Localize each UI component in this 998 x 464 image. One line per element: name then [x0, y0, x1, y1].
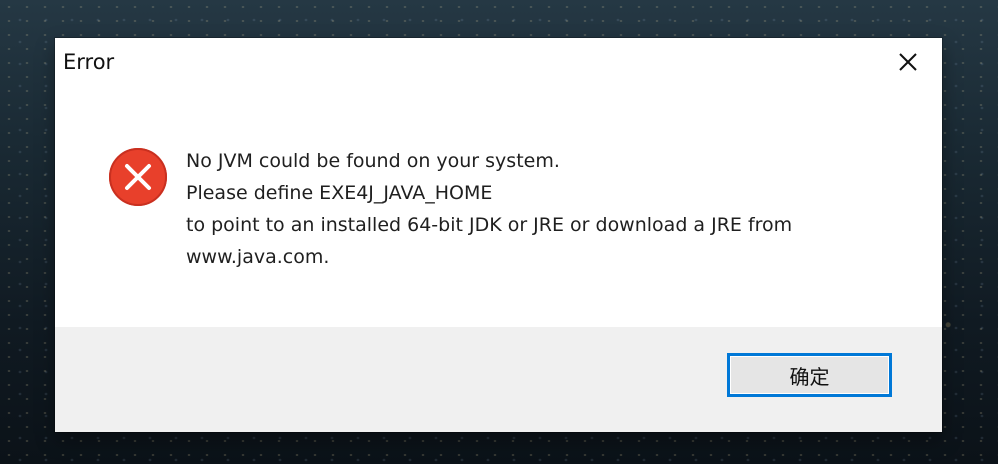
message-line: to point to an installed 64-bit JDK or J…	[186, 214, 793, 236]
close-button[interactable]	[874, 38, 942, 86]
dialog-footer: 确定	[55, 327, 942, 432]
close-icon	[899, 53, 917, 71]
dialog-title: Error	[63, 50, 115, 74]
message-line: No JVM could be found on your system.	[186, 150, 560, 172]
message-line: Please define EXE4J_JAVA_HOME	[186, 182, 493, 204]
ok-button[interactable]: 确定	[727, 353, 892, 397]
message-line: www.java.com.	[186, 246, 330, 268]
error-icon	[109, 148, 167, 206]
error-dialog: Error No JVM could be found on your syst…	[55, 38, 942, 432]
error-message: No JVM could be found on your system. Pl…	[186, 145, 906, 273]
